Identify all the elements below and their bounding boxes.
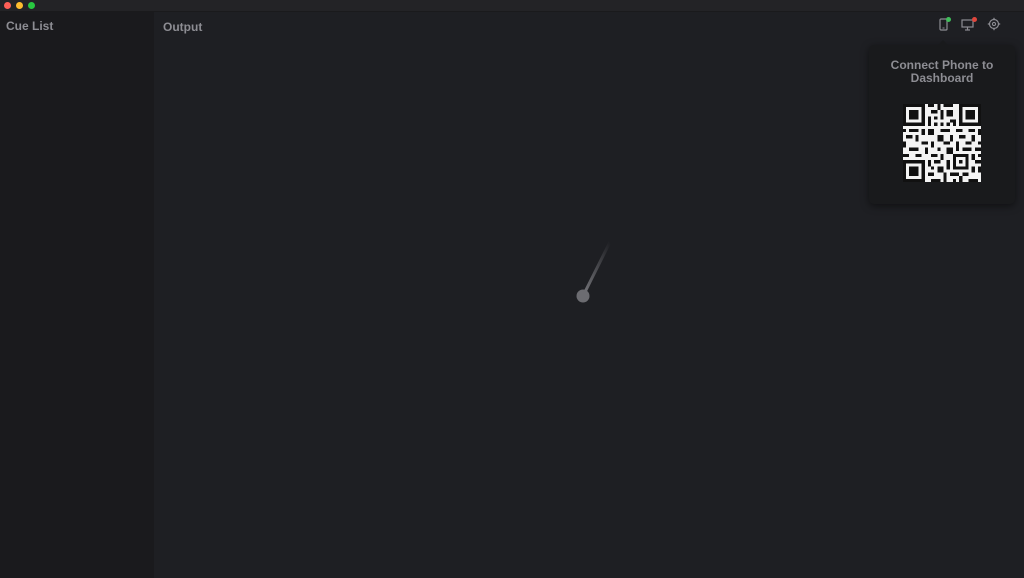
loading-spinner-icon	[576, 240, 612, 303]
qr-popover: Connect Phone to Dashboard	[869, 40, 1015, 204]
minimize-window-button[interactable]	[16, 2, 23, 9]
title-bar	[0, 0, 1024, 12]
phone-connection-icon[interactable]	[936, 16, 952, 32]
phone-status-dot	[946, 17, 951, 22]
cue-list-title: Cue List	[6, 19, 54, 33]
output-title: Output	[163, 20, 203, 34]
close-window-button[interactable]	[4, 2, 11, 9]
qr-popover-title: Connect Phone to Dashboard	[890, 58, 994, 85]
qr-code	[903, 104, 981, 182]
settings-icon[interactable]	[986, 16, 1002, 32]
display-status-dot	[972, 17, 977, 22]
zoom-window-button[interactable]	[28, 2, 35, 9]
app-window: Cue List Output Connect Phone to Dashboa…	[0, 0, 1024, 578]
display-connection-icon[interactable]	[961, 16, 977, 32]
cue-list-sidebar: Cue List	[0, 12, 154, 578]
